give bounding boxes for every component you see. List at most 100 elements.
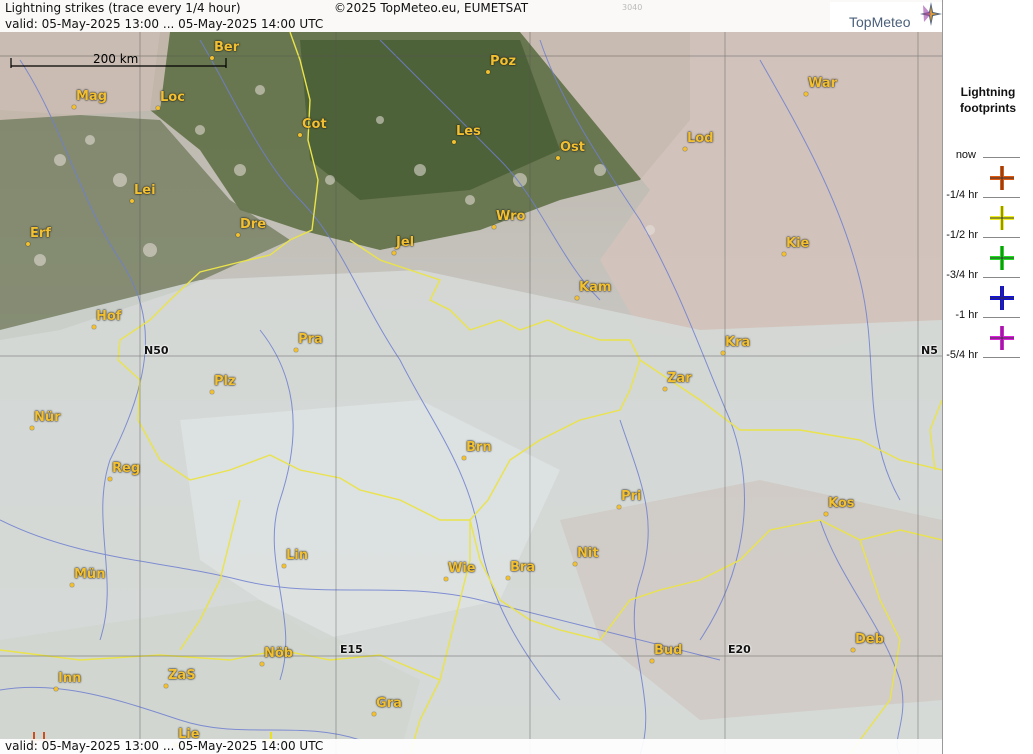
city-dot [444,577,448,581]
city-label: Inn [58,671,82,686]
city-dot [210,56,214,60]
city-dot [164,684,168,688]
city-label: Kie [786,236,810,251]
city-label: Dre [240,217,267,232]
legend-divider [983,157,1020,158]
legend-label: -1 hr [955,309,978,321]
legend-label: -5/4 hr [946,349,978,361]
legend-item-five-quarter: -5/4 hr [943,348,1033,388]
valid-bar-bottom: valid: 05-May-2025 13:00 ... 05-May-2025… [0,739,942,754]
legend-item-three-quarter: -3/4 hr [943,268,1033,310]
city-dot [573,562,577,566]
city-label: Nit [577,546,599,561]
city-dot [506,576,510,580]
city-dot [617,505,621,509]
legend-panel: Lightning footprints now -1/4 hr -1/2 hr [943,0,1033,754]
city-dot [282,564,286,568]
city-dot [556,156,560,160]
city-dot [294,348,298,352]
city-dot [70,583,74,587]
city-dot [372,712,376,716]
city-label: Deb [855,632,884,647]
product-code: 3040 [622,3,643,12]
city-label: Nür [34,410,61,425]
city-label: Plz [214,374,236,389]
map-panel: Lightning strikes (trace every 1/4 hour)… [0,0,943,754]
legend-item-now: now [943,148,1033,190]
legend-title-line1: Lightning [960,85,1016,99]
city-dot [130,199,134,203]
city-dot [824,512,828,516]
city-label: Lod [687,131,714,146]
city-label: ZaS [168,668,196,683]
legend-item-one-hour: -1 hr [943,308,1033,350]
longitude-label-e20: E20 [728,643,751,656]
city-label: Nöb [264,646,294,661]
latitude-label: N50 [144,344,169,357]
city-dot [210,390,214,394]
city-dot [30,426,34,430]
legend-label: now [955,149,976,161]
scale-label: 200 km [93,52,139,66]
city-dot [72,105,76,109]
city-dot [156,106,160,110]
city-label: Kra [725,335,751,350]
city-dot [492,225,496,229]
legend-divider [983,317,1020,318]
city-dot [782,252,786,256]
city-label: Wro [496,209,526,224]
city-dot [26,242,30,246]
city-dot [663,387,667,391]
city-label: Mün [74,567,106,582]
city-label: Gra [376,696,402,711]
city-label: Mag [76,89,108,104]
valid-time-top: valid: 05-May-2025 13:00 ... 05-May-2025… [5,17,324,31]
legend-divider [983,357,1020,358]
city-label: Zar [667,371,692,386]
legend-label: -1/2 hr [946,229,978,241]
city-label: Loc [160,90,185,105]
legend-divider [983,237,1020,238]
city-dot [236,233,240,237]
city-dot [92,325,96,329]
city-label: Wie [448,561,476,576]
legend-item-half: -1/2 hr [943,228,1033,270]
city-label: Ber [214,40,240,55]
city-label: Reg [112,461,141,476]
city-dot [575,296,579,300]
city-dot [851,648,855,652]
satellite-map [0,0,942,754]
city-dot [462,456,466,460]
city-label: Hof [96,309,122,324]
legend-divider [983,197,1020,198]
city-label: Bra [510,560,536,575]
logo-text: TopMeteo [849,14,911,30]
map-title: Lightning strikes (trace every 1/4 hour) [5,1,241,15]
city-label: Brn [466,440,492,455]
city-label: Kam [579,280,612,295]
longitude-label-e15: E15 [340,643,363,656]
city-label: Lei [134,183,156,198]
city-dot [721,351,725,355]
latitude-label-right: N5 [921,344,938,357]
city-dot [298,133,302,137]
city-label: Erf [30,226,51,241]
city-label: Kos [828,496,855,511]
city-label: Cot [302,117,327,132]
city-dot [650,659,654,663]
city-dot [392,251,396,255]
valid-bar-top: valid: 05-May-2025 13:00 ... 05-May-2025… [0,16,942,32]
legend-divider [983,277,1020,278]
city-label: War [808,76,838,91]
valid-time-bottom: valid: 05-May-2025 13:00 ... 05-May-2025… [5,739,324,753]
compass-star-icon [920,2,942,26]
city-dot [683,147,687,151]
city-label: Ost [560,140,586,155]
copyright: ©2025 TopMeteo.eu, EUMETSAT [334,1,529,15]
city-label: Lin [286,548,308,563]
legend-title: Lightning footprints [943,84,1033,116]
city-label: Bud [654,643,683,658]
city-dot [108,477,112,481]
legend-label: -1/4 hr [946,189,978,201]
city-label: Poz [490,54,517,69]
